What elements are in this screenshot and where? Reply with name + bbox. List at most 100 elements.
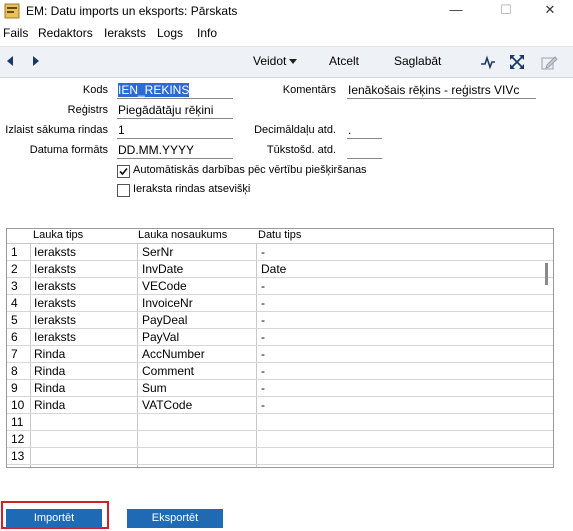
- table-row[interactable]: 13: [7, 447, 553, 465]
- cell-field-name[interactable]: VATCode: [142, 398, 192, 412]
- menu-redaktors[interactable]: Redaktors: [38, 26, 93, 40]
- title-bar: EM: Datu imports un eksports: Pārskats —…: [0, 0, 573, 22]
- grid-header: Lauka tips Lauka nosaukums Datu tips: [7, 229, 553, 244]
- cell-data-type[interactable]: -: [261, 296, 265, 310]
- close-button[interactable]: ✕: [530, 0, 570, 22]
- row-number: 13: [11, 449, 25, 463]
- cell-field-name[interactable]: Comment: [142, 364, 194, 378]
- import-button[interactable]: Importēt: [6, 509, 102, 528]
- create-button[interactable]: Veidot: [253, 54, 286, 68]
- grid-scrollbar-thumb[interactable]: [545, 263, 548, 285]
- cell-field-name[interactable]: Sum: [142, 381, 167, 395]
- minimize-button[interactable]: —: [436, 0, 476, 22]
- cell-field-name[interactable]: VECode: [142, 279, 187, 293]
- cell-data-type[interactable]: -: [261, 330, 265, 344]
- cell-field-name[interactable]: PayDeal: [142, 313, 187, 327]
- window-title: EM: Datu imports un eksports: Pārskats: [26, 4, 238, 18]
- cell-field-name[interactable]: SerNr: [142, 245, 173, 259]
- cell-field-name[interactable]: PayVal: [142, 330, 179, 344]
- row-number: 6: [11, 330, 18, 344]
- auto-actions-checkbox[interactable]: [117, 165, 130, 178]
- start-row-label: Izlaist sākuma rindas: [5, 124, 108, 136]
- row-number: 8: [11, 364, 18, 378]
- cell-data-type[interactable]: -: [261, 279, 265, 293]
- cell-field-type[interactable]: Ieraksts: [34, 330, 76, 344]
- menu-logs[interactable]: Logs: [157, 26, 183, 40]
- cell-field-name[interactable]: AccNumber: [142, 347, 205, 361]
- separate-rows-checkbox[interactable]: [117, 184, 130, 197]
- kods-value: IEN_REKINS: [118, 83, 190, 97]
- thousands-field[interactable]: [347, 143, 382, 159]
- table-row[interactable]: 3 Ieraksts VECode -: [7, 277, 553, 295]
- save-button[interactable]: Saglabāt: [394, 54, 441, 68]
- registrs-label: Reģistrs: [67, 104, 108, 116]
- table-row[interactable]: 11: [7, 413, 553, 431]
- cell-field-type[interactable]: Rinda: [34, 398, 65, 412]
- table-row[interactable]: 1 Ieraksts SerNr -: [7, 243, 553, 261]
- cell-field-name[interactable]: InvDate: [142, 262, 183, 276]
- row-number: 1: [11, 245, 18, 259]
- cancel-button[interactable]: Atcelt: [329, 54, 359, 68]
- kods-field[interactable]: IEN_REKINS: [117, 83, 233, 99]
- row-number: 3: [11, 279, 18, 293]
- separate-rows-label: Ieraksta rindas atsevišķi: [133, 183, 251, 195]
- date-format-field[interactable]: DD.MM.YYYY: [117, 143, 233, 159]
- forward-arrow-icon[interactable]: [30, 55, 42, 67]
- table-row[interactable]: 8 Rinda Comment -: [7, 362, 553, 380]
- start-row-field[interactable]: 1: [117, 123, 233, 139]
- cell-field-type[interactable]: Rinda: [34, 381, 65, 395]
- cell-field-type[interactable]: Ieraksts: [34, 279, 76, 293]
- table-row[interactable]: 5 Ieraksts PayDeal -: [7, 311, 553, 329]
- cell-data-type[interactable]: -: [261, 347, 265, 361]
- decimal-field[interactable]: .: [347, 123, 382, 139]
- toolbar: Veidot Atcelt Saglabāt: [0, 46, 573, 78]
- column-header-field-type: Lauka tips: [33, 229, 84, 241]
- dropdown-arrow-icon[interactable]: [289, 59, 297, 65]
- table-row[interactable]: 10 Rinda VATCode -: [7, 396, 553, 414]
- row-number: 12: [11, 432, 25, 446]
- row-number: 4: [11, 296, 18, 310]
- activity-icon[interactable]: [479, 53, 497, 71]
- expand-icon[interactable]: [508, 53, 526, 71]
- table-row[interactable]: 6 Ieraksts PayVal -: [7, 328, 553, 346]
- cell-data-type[interactable]: -: [261, 398, 265, 412]
- table-row[interactable]: 9 Rinda Sum -: [7, 379, 553, 397]
- cell-data-type[interactable]: Date: [261, 262, 286, 276]
- cell-data-type[interactable]: -: [261, 364, 265, 378]
- column-header-data-type: Datu tips: [258, 229, 302, 241]
- row-number: 9: [11, 381, 18, 395]
- cell-field-type[interactable]: Ieraksts: [34, 313, 76, 327]
- table-row[interactable]: 12: [7, 430, 553, 448]
- registrs-field[interactable]: Piegādātāju rēķini: [117, 103, 233, 119]
- cell-field-type[interactable]: Ieraksts: [34, 245, 76, 259]
- kods-label: Kods: [82, 84, 108, 96]
- menu-ieraksts[interactable]: Ieraksts: [104, 26, 146, 40]
- app-icon: [4, 3, 20, 19]
- menu-fails[interactable]: Fails: [3, 26, 28, 40]
- komentars-field[interactable]: Ienākošais rēķins - reģistrs VIVc: [347, 83, 536, 99]
- back-arrow-icon[interactable]: [4, 55, 16, 67]
- table-row[interactable]: 4 Ieraksts InvoiceNr -: [7, 294, 553, 312]
- row-number: 2: [11, 262, 18, 276]
- cell-field-type[interactable]: Rinda: [34, 364, 65, 378]
- cell-data-type[interactable]: -: [261, 245, 265, 259]
- decimal-label: Decimāldaļu atd.: [254, 124, 336, 136]
- thousands-label: Tūkstošd. atd.: [266, 144, 336, 156]
- table-row[interactable]: 7 Rinda AccNumber -: [7, 345, 553, 363]
- cell-data-type[interactable]: -: [261, 381, 265, 395]
- date-format-label: Datuma formāts: [29, 144, 108, 156]
- cell-field-name[interactable]: InvoiceNr: [142, 296, 193, 310]
- export-button[interactable]: Eksportēt: [127, 509, 223, 528]
- cell-data-type[interactable]: -: [261, 313, 265, 327]
- column-header-field-name: Lauka nosaukums: [138, 229, 228, 241]
- table-row[interactable]: 2 Ieraksts InvDate Date: [7, 260, 553, 278]
- menu-info[interactable]: Info: [197, 26, 217, 40]
- row-number: 11: [11, 415, 24, 429]
- cell-field-type[interactable]: Ieraksts: [34, 296, 76, 310]
- cell-field-type[interactable]: Rinda: [34, 347, 65, 361]
- row-number: 10: [11, 398, 25, 412]
- cell-field-type[interactable]: Ieraksts: [34, 262, 76, 276]
- maximize-button[interactable]: ☐: [486, 0, 526, 22]
- row-number: 7: [11, 347, 18, 361]
- edit-icon[interactable]: [540, 53, 558, 71]
